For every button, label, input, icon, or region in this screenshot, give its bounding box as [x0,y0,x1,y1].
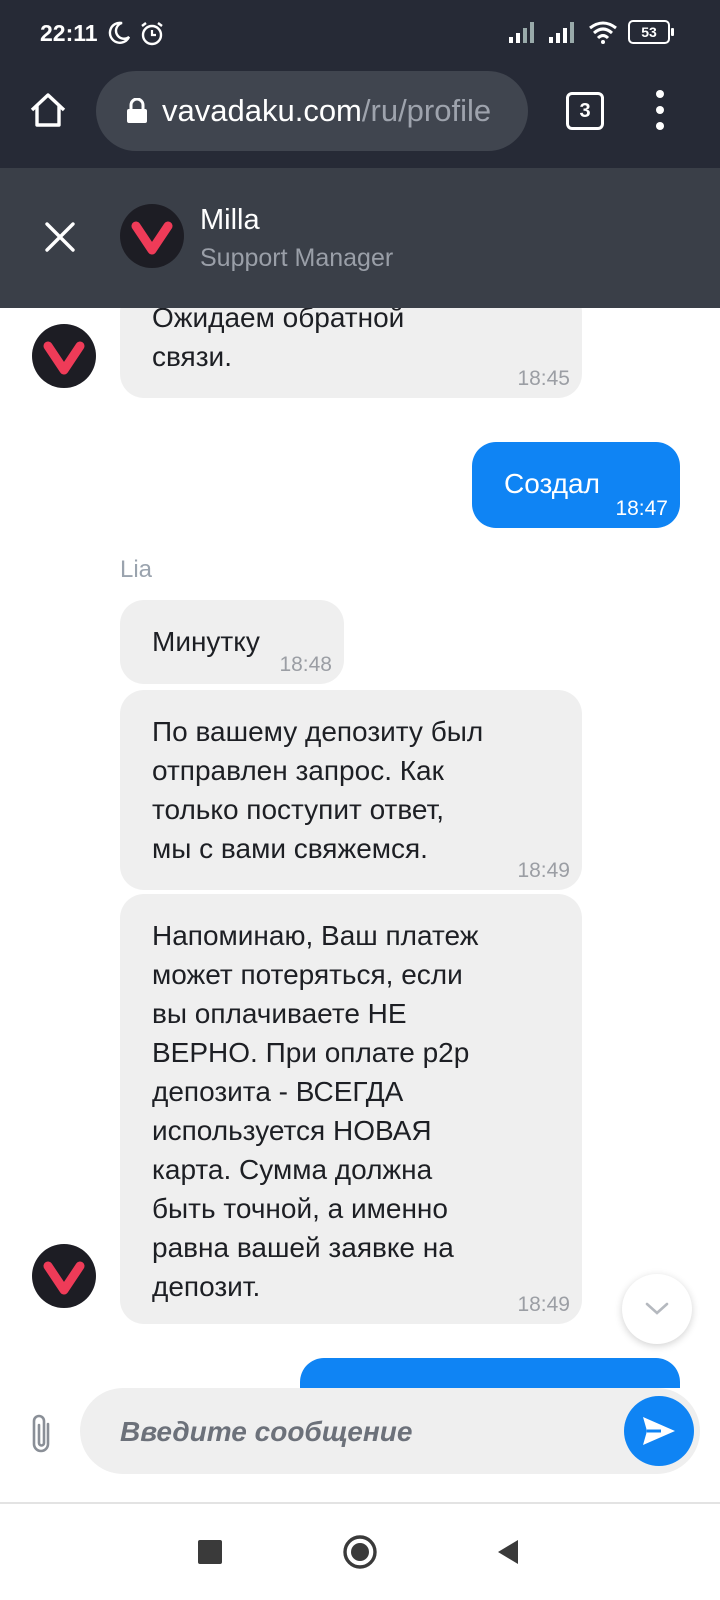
brand-logo [120,204,184,268]
wifi-icon [589,21,617,44]
message-bubble-incoming: Напоминаю, Ваш платеж может потеряться, … [120,894,582,1324]
message-bubble-outgoing-partial [300,1358,680,1388]
message-text: Напоминаю, Ваш платеж может потеряться, … [152,920,479,1302]
agent-name: Milla [200,204,260,236]
status-time: 22:11 [40,20,98,46]
status-icons-left [106,20,166,48]
agent-avatar [32,1244,96,1308]
url-path: /ru/profile [361,93,492,128]
address-bar[interactable]: vavadaku.com/ru/profile [96,71,528,151]
moon-icon [108,21,131,44]
agent-role: Support Manager [200,244,394,272]
battery-indicator: 53 [628,20,674,44]
home-icon[interactable] [28,90,68,130]
chat-header: Milla Support Manager [0,168,720,308]
message-text: Создал [504,468,600,499]
url-domain: vavadaku.com [162,93,362,128]
send-icon [643,1417,675,1445]
alarm-icon [141,22,163,46]
scroll-down-button[interactable] [622,1274,692,1344]
tabs-icon[interactable]: 3 [566,92,604,130]
signal-icon [509,22,534,43]
more-icon[interactable] [652,90,668,130]
status-icons-right: 53 [508,20,674,44]
message-list[interactable]: Ожидаем обратной связи. 18:45 Создал 18:… [0,308,720,1388]
chevron-down-icon [645,1302,669,1315]
url-text[interactable]: vavadaku.com/ru/profile [162,93,491,129]
message-time: 18:49 [517,1293,570,1316]
message-time: 18:47 [615,497,668,520]
recent-apps-icon[interactable] [198,1540,222,1564]
agent-avatar [32,324,96,388]
back-icon[interactable] [494,1538,522,1566]
message-time: 18:49 [517,859,570,882]
home-circle-icon[interactable] [342,1534,378,1570]
message-bubble-incoming: Ожидаем обратной связи. 18:45 [120,308,582,398]
send-button[interactable] [624,1396,694,1466]
message-input-container[interactable] [80,1388,700,1476]
sender-name: Lia [120,556,153,583]
message-time: 18:48 [279,653,332,676]
system-nav-bar [0,1504,720,1600]
message-bubble-outgoing: Создал 18:47 [472,442,680,528]
lock-icon [127,98,147,123]
status-bar: 22:11 53 [0,0,720,68]
message-bubble-incoming: По вашему депозиту был отправлен запрос.… [120,690,582,890]
signal-icon-2 [549,22,574,43]
message-time: 18:45 [517,367,570,390]
browser-toolbar: vavadaku.com/ru/profile 3 [0,68,720,168]
paperclip-icon[interactable] [26,1412,58,1456]
message-bubble-incoming: Минутку 18:48 [120,600,344,684]
message-text: Ожидаем обратной связи. [152,308,405,372]
close-icon[interactable] [40,217,80,257]
message-input[interactable] [118,1388,602,1476]
composer [0,1388,720,1500]
message-text: Минутку [152,626,260,657]
message-text: По вашему депозиту был отправлен запрос.… [152,716,484,864]
